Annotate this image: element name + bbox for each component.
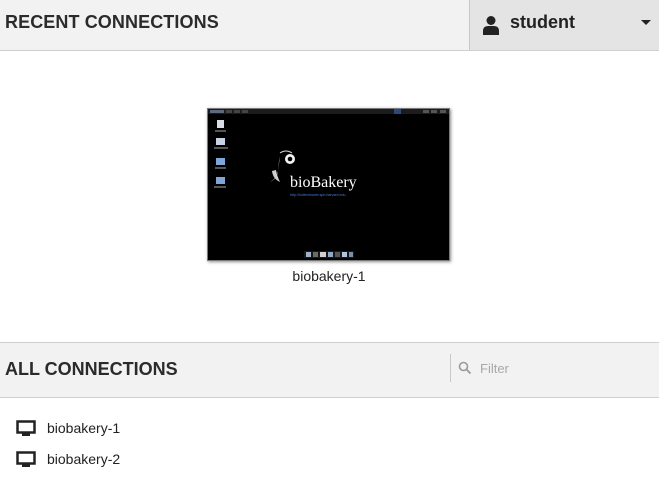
- svg-text:bioBakery: bioBakery: [290, 174, 357, 191]
- list-item[interactable]: biobakery-1: [16, 416, 316, 440]
- svg-text:http://huttenhower.sph.harvard: http://huttenhower.sph.harvard.edu: [290, 193, 346, 197]
- all-connections-header: ALL CONNECTIONS: [0, 342, 659, 398]
- user-icon: [483, 16, 499, 35]
- user-name: student: [510, 12, 575, 32]
- recent-connection-card[interactable]: bioBakery http://huttenhower.sph.harvard…: [207, 108, 451, 312]
- desktop-icon: [16, 420, 36, 436]
- connection-label[interactable]: biobakery-2: [47, 451, 120, 467]
- user-menu-button[interactable]: student: [469, 0, 659, 50]
- section-title: ALL CONNECTIONS: [5, 359, 178, 379]
- desktop-icon: [16, 451, 36, 467]
- filter-input[interactable]: [478, 356, 652, 380]
- search-icon: [458, 361, 472, 375]
- connection-label[interactable]: biobakery-1: [47, 420, 120, 436]
- recent-connections-header: RECENT CONNECTIONS student: [0, 0, 659, 51]
- divider: [450, 354, 451, 382]
- list-item[interactable]: biobakery-2: [16, 447, 316, 471]
- chevron-down-icon: [641, 20, 651, 25]
- connection-thumbnail[interactable]: bioBakery http://huttenhower.sph.harvard…: [207, 108, 450, 261]
- page-title: RECENT CONNECTIONS: [5, 12, 219, 32]
- remote-desktop-preview: bioBakery http://huttenhower.sph.harvard…: [208, 109, 449, 258]
- recent-connection-label[interactable]: biobakery-1: [207, 268, 451, 284]
- recent-connections-area: bioBakery http://huttenhower.sph.harvard…: [0, 52, 659, 342]
